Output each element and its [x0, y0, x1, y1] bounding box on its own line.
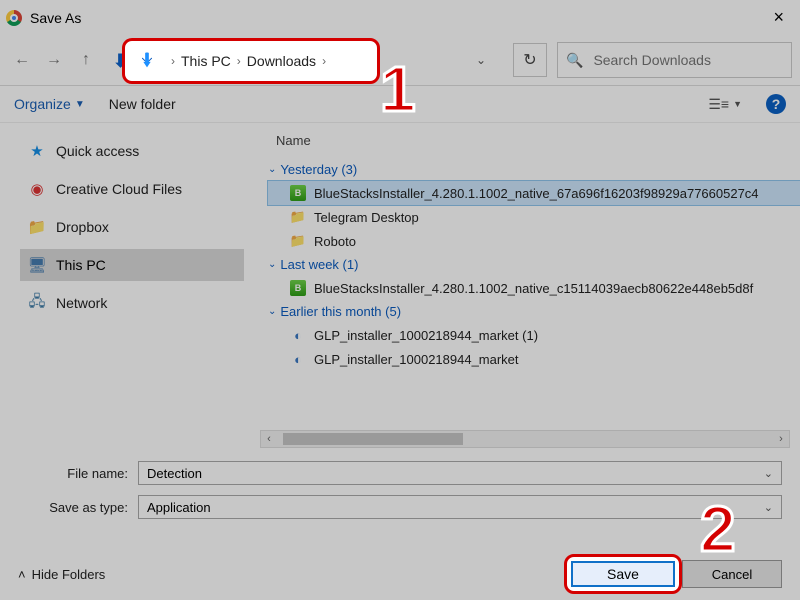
- file-name-label: File name:: [18, 466, 138, 481]
- save-type-label: Save as type:: [18, 500, 138, 515]
- sidebar-item-creative-cloud[interactable]: ◉ Creative Cloud Files: [20, 173, 244, 205]
- save-type-value: Application: [147, 500, 211, 515]
- back-button[interactable]: ←: [8, 46, 36, 74]
- form-area: File name: Detection ⌄ Save as type: App…: [0, 448, 800, 522]
- sidebar-item-this-pc[interactable]: 🖥 This PC: [20, 249, 244, 281]
- installer-icon: ◐: [290, 327, 306, 343]
- file-row[interactable]: B BlueStacksInstaller_4.280.1.1002_nativ…: [268, 181, 800, 205]
- annotation-highlight-save: Save: [564, 554, 682, 594]
- annotation-highlight-breadcrumb: › This PC › Downloads ›: [122, 38, 380, 84]
- network-icon: 🖧: [28, 294, 46, 312]
- file-row[interactable]: 📁 Telegram Desktop: [268, 205, 800, 229]
- chevron-right-icon: ›: [171, 54, 175, 68]
- column-header-name[interactable]: Name: [268, 129, 800, 158]
- location-arrow-icon: [135, 49, 159, 73]
- up-button[interactable]: ↑: [72, 46, 100, 74]
- chevron-up-icon: ˄: [18, 567, 26, 582]
- chrome-icon: [6, 10, 22, 26]
- star-icon: ★: [28, 142, 46, 160]
- chevron-down-icon: ▼: [75, 99, 85, 110]
- sidebar-item-label: Quick access: [56, 143, 139, 159]
- file-name: GLP_installer_1000218944_market (1): [314, 328, 538, 343]
- file-pane: Name ⌄ Yesterday (3) B BlueStacksInstall…: [250, 123, 800, 448]
- scroll-right-icon[interactable]: ›: [773, 433, 789, 445]
- hide-folders-label: Hide Folders: [32, 567, 106, 582]
- search-box[interactable]: 🔍: [557, 42, 792, 78]
- file-row[interactable]: ◐ GLP_installer_1000218944_market (1): [268, 323, 800, 347]
- search-icon: 🔍: [566, 52, 583, 69]
- sidebar-item-dropbox[interactable]: 📁 Dropbox: [20, 211, 244, 243]
- bluestacks-icon: B: [290, 280, 306, 296]
- sidebar-item-network[interactable]: 🖧 Network: [20, 287, 244, 319]
- chevron-down-icon: ⌄: [268, 259, 276, 270]
- group-label-text: Earlier this month (5): [280, 304, 401, 319]
- sidebar-item-label: This PC: [56, 257, 106, 273]
- horizontal-scrollbar[interactable]: ‹ ›: [260, 430, 790, 448]
- creative-cloud-icon: ◉: [28, 180, 46, 198]
- window-title: Save As: [30, 10, 81, 26]
- new-folder-button[interactable]: New folder: [109, 96, 176, 112]
- sidebar-item-label: Creative Cloud Files: [56, 181, 182, 197]
- refresh-button[interactable]: ↻: [513, 43, 547, 77]
- sidebar-item-quick-access[interactable]: ★ Quick access: [20, 135, 244, 167]
- file-row[interactable]: B BlueStacksInstaller_4.280.1.1002_nativ…: [268, 276, 800, 300]
- group-header[interactable]: ⌄ Yesterday (3): [268, 158, 800, 181]
- sidebar-item-label: Network: [56, 295, 107, 311]
- view-options-button[interactable]: ☰≡ ▼: [708, 96, 742, 113]
- file-name: Roboto: [314, 234, 356, 249]
- installer-icon: ◐: [290, 351, 306, 367]
- close-icon[interactable]: ×: [763, 3, 794, 32]
- group-label-text: Yesterday (3): [280, 162, 357, 177]
- sidebar-item-label: Dropbox: [56, 219, 109, 235]
- chevron-right-icon: ›: [237, 54, 241, 68]
- file-name: Telegram Desktop: [314, 210, 419, 225]
- annotation-callout-2: 2: [700, 492, 736, 566]
- breadcrumb-item[interactable]: This PC: [181, 53, 231, 69]
- save-button-label: Save: [607, 566, 639, 582]
- chevron-down-icon: ⌄: [268, 164, 276, 175]
- chevron-down-icon[interactable]: ⌄: [764, 467, 773, 480]
- folder-icon: 📁: [290, 209, 306, 225]
- folder-icon: 📁: [28, 218, 46, 236]
- file-name: GLP_installer_1000218944_market: [314, 352, 519, 367]
- search-input[interactable]: [591, 51, 783, 69]
- annotation-callout-1: 1: [380, 52, 416, 126]
- file-name: BlueStacksInstaller_4.280.1.1002_native_…: [314, 186, 759, 201]
- cancel-button-label: Cancel: [712, 567, 752, 582]
- file-row[interactable]: ◐ GLP_installer_1000218944_market: [268, 347, 800, 371]
- hide-folders-toggle[interactable]: ˄ Hide Folders: [18, 567, 105, 582]
- chevron-down-icon[interactable]: ⌄: [764, 501, 773, 514]
- organize-label: Organize: [14, 96, 71, 112]
- group-header[interactable]: ⌄ Earlier this month (5): [268, 300, 800, 323]
- help-button[interactable]: ?: [766, 94, 786, 114]
- scroll-left-icon[interactable]: ‹: [261, 433, 277, 445]
- breadcrumb-dropdown-icon[interactable]: ⌄: [468, 53, 494, 67]
- main-area: ★ Quick access ◉ Creative Cloud Files 📁 …: [0, 123, 800, 448]
- file-name: BlueStacksInstaller_4.280.1.1002_native_…: [314, 281, 753, 296]
- chevron-down-icon: ▼: [733, 99, 742, 109]
- file-name-value: Detection: [147, 466, 202, 481]
- organize-menu[interactable]: Organize ▼: [14, 96, 85, 112]
- save-button[interactable]: Save: [571, 561, 675, 587]
- pc-icon: 🖥: [28, 256, 46, 274]
- file-name-input[interactable]: Detection ⌄: [138, 461, 782, 485]
- forward-button[interactable]: →: [40, 46, 68, 74]
- file-row[interactable]: 📁 Roboto: [268, 229, 800, 253]
- scrollbar-thumb[interactable]: [283, 433, 463, 445]
- save-type-select[interactable]: Application ⌄: [138, 495, 782, 519]
- list-view-icon: ☰≡: [708, 96, 729, 113]
- group-header[interactable]: ⌄ Last week (1): [268, 253, 800, 276]
- sidebar: ★ Quick access ◉ Creative Cloud Files 📁 …: [0, 123, 250, 448]
- breadcrumb-item[interactable]: Downloads: [247, 53, 316, 69]
- chevron-right-icon: ›: [322, 54, 326, 68]
- title-bar: Save As ×: [0, 0, 800, 35]
- folder-icon: 📁: [290, 233, 306, 249]
- group-label-text: Last week (1): [280, 257, 358, 272]
- bluestacks-icon: B: [290, 185, 306, 201]
- chevron-down-icon: ⌄: [268, 306, 276, 317]
